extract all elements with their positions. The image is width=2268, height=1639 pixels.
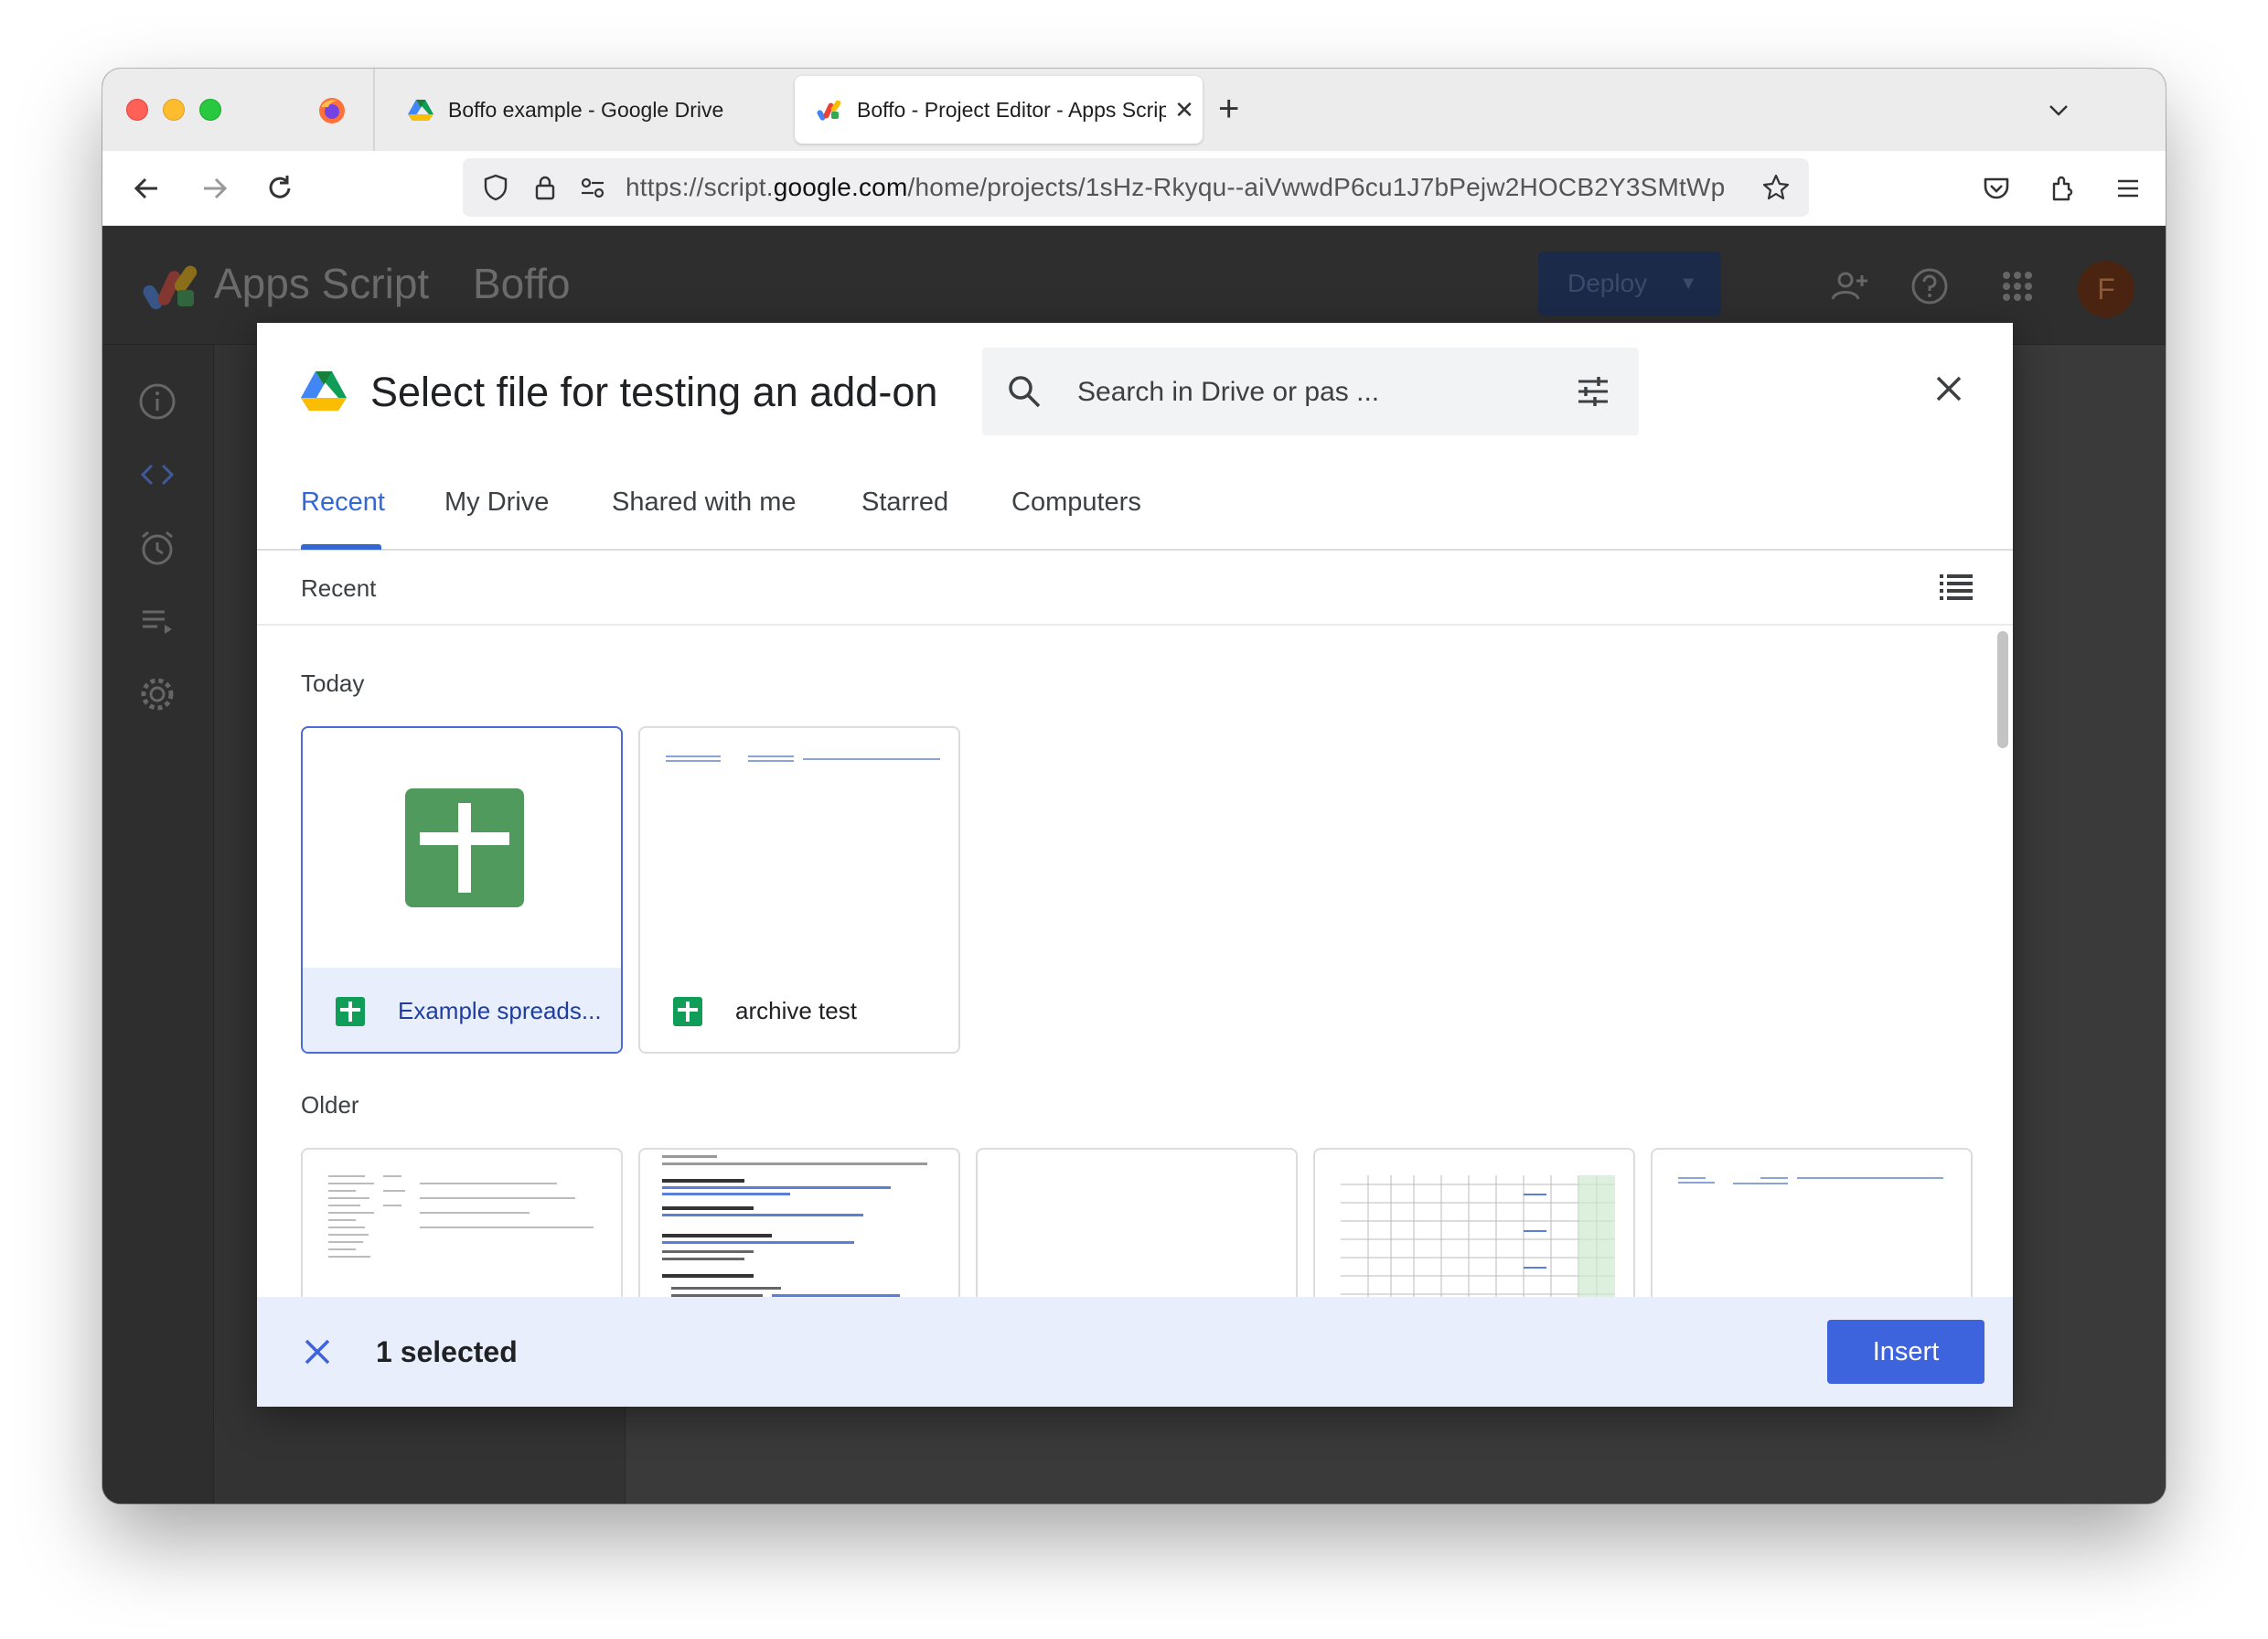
dialog-title: Select file for testing an add-on [370,369,938,415]
avatar[interactable]: F [2078,261,2134,317]
tab-my-drive[interactable]: My Drive [444,487,549,518]
file-card[interactable] [301,1148,623,1297]
forward-arrow-icon[interactable] [197,171,231,206]
tab-recent[interactable]: Recent [301,487,385,518]
clear-selection-icon[interactable] [299,1334,336,1370]
deploy-label: Deploy [1567,269,1648,297]
section-label: Recent [301,574,377,602]
executions-icon[interactable] [137,601,177,641]
active-tab-indicator [301,544,381,550]
url-text[interactable]: https://script.google.com/home/projects/… [626,173,1741,202]
spreadsheet-preview-icon [328,1175,594,1258]
lock-icon[interactable] [530,173,560,202]
left-sidebar [102,345,214,1504]
deploy-button[interactable]: Deploy ▼ [1538,252,1721,316]
sheets-plus-icon [405,788,524,907]
file-card-footer: Example spreads... [303,968,621,1052]
navigation-bar: https://script.google.com/home/projects/… [102,151,2166,226]
apps-script-logo-icon [143,265,198,310]
shield-icon[interactable] [481,173,510,202]
file-card[interactable] [638,1148,960,1297]
file-name: archive test [735,997,857,1024]
firefox-icon[interactable] [317,96,347,125]
file-card[interactable] [1313,1148,1635,1297]
tab-apps-script[interactable]: Boffo - Project Editor - Apps Script ✕ [795,76,1203,144]
group-label-older: Older [301,1091,359,1119]
file-card[interactable]: Example spreads... [301,726,623,1054]
new-tab-button[interactable]: + [1218,89,1239,129]
back-arrow-icon[interactable] [130,171,165,206]
close-tab-icon[interactable]: ✕ [1166,96,1203,124]
dialog-header: Select file for testing an add-on Search… [257,323,2013,442]
pocket-icon[interactable] [1979,171,2014,206]
app-title: Apps Script [214,260,430,307]
gear-icon[interactable] [137,674,177,714]
scrollbar-thumb[interactable] [1997,631,2008,748]
url-path: /home/projects/1sHz-Rkyqu--aiVwwdP6cu1J7… [907,173,1726,201]
file-grid: Today Example spreads... archive test Ol… [257,626,1995,1297]
extensions-icon[interactable] [2045,171,2080,206]
document-preview-icon [666,755,940,762]
project-title[interactable]: Boffo [473,259,571,308]
tab-computers[interactable]: Computers [1011,487,1141,518]
alarm-clock-icon[interactable] [137,528,177,568]
file-name: Example spreads... [398,997,602,1024]
document-preview-icon [662,1155,927,1297]
search-placeholder: Search in Drive or pas ... [1077,377,1380,407]
minimize-window-button[interactable] [163,99,185,121]
search-input[interactable]: Search in Drive or pas ... [982,348,1639,435]
file-card-footer: archive test [640,968,958,1052]
add-person-icon[interactable] [1829,266,1869,306]
file-card[interactable] [976,1148,1298,1297]
chevron-down-icon[interactable] [2045,96,2072,123]
search-icon[interactable] [1006,373,1043,410]
info-icon[interactable] [137,381,177,422]
apps-script-icon [817,100,841,121]
file-card[interactable]: archive test [638,726,960,1054]
reload-icon[interactable] [262,171,297,206]
sheets-icon [673,997,702,1026]
url-prefix: https://script. [626,173,774,201]
list-view-icon[interactable] [1938,569,1974,605]
address-bar[interactable]: https://script.google.com/home/projects/… [463,158,1809,217]
tab-label: Boffo example - Google Drive [448,97,724,122]
google-drive-logo-icon [301,371,347,411]
code-icon[interactable] [137,455,177,495]
close-window-button[interactable] [126,99,148,121]
selected-count: 1 selected [376,1335,518,1368]
file-picker-dialog: Select file for testing an add-on Search… [257,323,2013,1407]
permissions-icon[interactable] [578,173,607,202]
selection-action-bar: 1 selected Insert [257,1297,2013,1407]
insert-button[interactable]: Insert [1827,1320,1984,1384]
section-bar: Recent [257,551,2013,626]
file-thumbnail [303,728,621,968]
close-icon[interactable] [1931,370,1967,407]
dialog-tabs: Recent My Drive Shared with me Starred C… [257,442,2013,551]
url-domain: google.com [773,173,908,201]
caret-down-icon: ▼ [1679,273,1697,294]
spreadsheet-preview-icon [1341,1175,1615,1297]
tab-strip: Boffo example - Google Drive ✕ Boffo - P… [102,69,2166,151]
bookmark-star-icon[interactable] [1761,173,1791,202]
document-preview-icon [1678,1177,1943,1184]
sheets-icon [336,997,365,1026]
tab-shared-with-me[interactable]: Shared with me [612,487,797,518]
google-drive-icon [408,100,433,121]
group-label-today: Today [301,670,365,697]
file-thumbnail [640,728,958,968]
help-icon[interactable] [1910,266,1950,306]
zoom-window-button[interactable] [199,99,221,121]
tab-label: Boffo - Project Editor - Apps Script [857,97,1166,122]
hamburger-menu-icon[interactable] [2111,171,2145,206]
search-options-icon[interactable] [1575,373,1611,410]
apps-grid-icon[interactable] [1997,266,2038,306]
tab-starred[interactable]: Starred [861,487,948,518]
file-card[interactable] [1651,1148,1973,1297]
scrollbar[interactable] [1993,626,2013,1174]
tab-divider [373,69,375,151]
